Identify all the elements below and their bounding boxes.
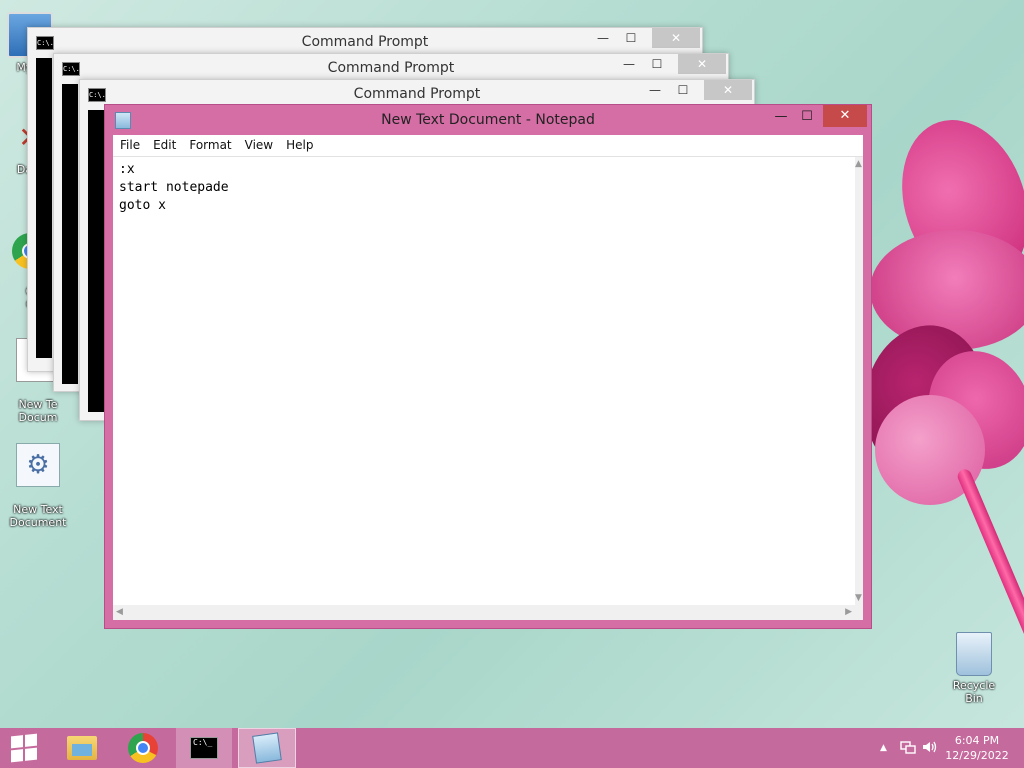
minimize-button[interactable]: —	[767, 107, 795, 127]
settings-document-icon: ⚙	[16, 443, 60, 487]
scroll-up-icon[interactable]: ▲	[855, 159, 862, 169]
desktop-icon-label: New Te Docum	[18, 398, 58, 424]
close-button[interactable]: ✕	[652, 28, 700, 48]
taskbar-chrome[interactable]	[115, 728, 171, 768]
scroll-left-icon[interactable]: ◀	[116, 607, 123, 617]
maximize-button[interactable]: ☐	[642, 54, 672, 74]
maximize-button[interactable]: ☐	[793, 107, 821, 127]
maximize-button[interactable]: ☐	[668, 80, 698, 100]
volume-icon[interactable]	[922, 740, 938, 758]
recycle-bin-icon	[956, 632, 992, 676]
clock-date: 12/29/2022	[945, 749, 1009, 762]
console-area[interactable]	[62, 84, 78, 384]
desktop-icon-label: Recycle Bin	[952, 679, 996, 705]
window-titlebar[interactable]: New Text Document - Notepad — ☐ ✕	[105, 105, 871, 135]
menu-edit[interactable]: Edit	[146, 135, 182, 152]
scroll-down-icon[interactable]: ▼	[855, 593, 862, 603]
close-button[interactable]: ✕	[704, 80, 752, 100]
menu-format[interactable]: Format	[182, 135, 237, 152]
clock[interactable]: 6:04 PM 12/29/2022	[942, 733, 1012, 763]
notepad-window[interactable]: New Text Document - Notepad — ☐ ✕ File Ed…	[104, 104, 872, 629]
window-title: New Text Document - Notepad	[381, 112, 595, 128]
cmd-icon: C:\_	[190, 737, 218, 759]
menu-bar: File Edit Format View Help	[113, 135, 863, 157]
scroll-right-icon[interactable]: ▶	[845, 607, 852, 617]
console-area[interactable]	[36, 58, 52, 358]
desktop-icon-label: New Text Document	[9, 503, 67, 529]
chrome-icon	[128, 733, 158, 763]
start-button[interactable]	[0, 728, 48, 768]
menu-file[interactable]: File	[113, 135, 146, 152]
window-titlebar[interactable]: C:\. Command Prompt — ☐ ✕	[54, 54, 728, 82]
close-button[interactable]: ✕	[823, 105, 867, 127]
taskbar-command-prompt[interactable]: C:\_	[176, 728, 232, 768]
minimize-button[interactable]: —	[640, 80, 670, 100]
clock-time: 6:04 PM	[954, 734, 1000, 747]
taskbar-notepad[interactable]	[238, 728, 296, 768]
console-area[interactable]	[88, 110, 104, 412]
minimize-button[interactable]: —	[614, 54, 644, 74]
close-button[interactable]: ✕	[678, 54, 726, 74]
desktop: My C ✕ Data G C New Te Docum ⚙ New Text …	[0, 0, 1024, 728]
horizontal-scrollbar[interactable]: ◀ ▶	[113, 605, 855, 620]
network-icon[interactable]	[900, 740, 916, 758]
maximize-button[interactable]: ☐	[616, 28, 646, 48]
vertical-scrollbar[interactable]: ▲ ▼	[855, 157, 863, 605]
notepad-icon	[252, 732, 282, 764]
folder-icon	[67, 736, 97, 760]
menu-help[interactable]: Help	[279, 135, 319, 152]
windows-logo-icon	[11, 733, 37, 763]
show-hidden-icons-button[interactable]: ▲	[880, 743, 887, 753]
window-titlebar[interactable]: C:\. Command Prompt — ☐ ✕	[28, 28, 702, 56]
minimize-button[interactable]: —	[588, 28, 618, 48]
taskbar: C:\_ ▲ 6:04 PM 12/29/2022	[0, 728, 1024, 768]
taskbar-file-explorer[interactable]	[54, 728, 110, 768]
system-tray: ▲ 6:04 PM 12/29/2022	[864, 728, 1024, 768]
menu-view[interactable]: View	[238, 135, 279, 152]
desktop-icon-recycle-bin[interactable]: Recycle Bin	[944, 632, 1004, 705]
desktop-icon-new-text-document-2[interactable]: ⚙ New Text Document	[8, 430, 68, 542]
text-editor-area[interactable]: :x start notepade goto x	[113, 157, 855, 605]
scrollbar-corner	[855, 605, 863, 620]
